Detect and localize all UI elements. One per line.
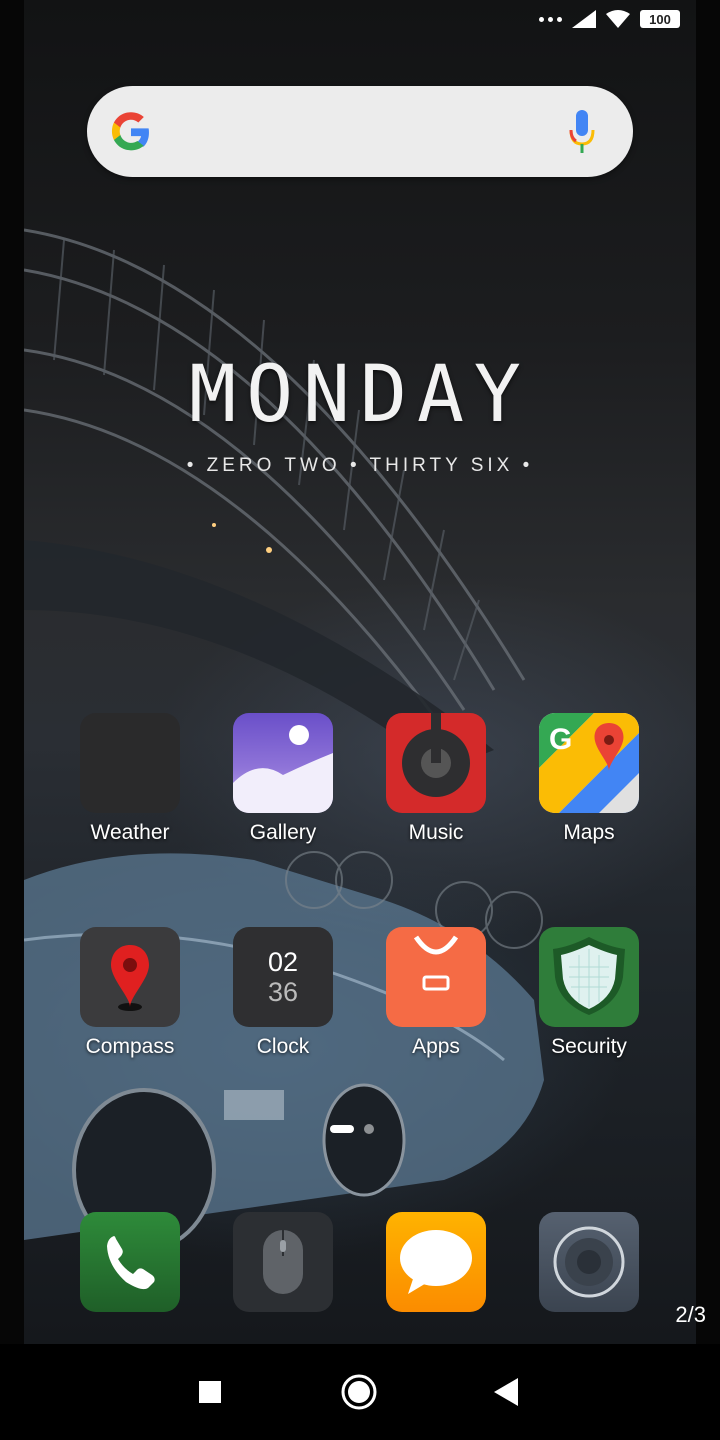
security-shield-icon	[539, 927, 639, 1027]
app-weather[interactable]: Weather	[65, 713, 195, 845]
clock-widget-day[interactable]: MONDAY	[0, 350, 720, 440]
app-label: Music	[408, 821, 464, 844]
microphone-icon[interactable]	[567, 108, 597, 156]
back-triangle-icon[interactable]	[494, 1378, 518, 1406]
wifi-icon	[606, 10, 630, 28]
signal-icon	[572, 10, 596, 28]
app-music[interactable]: Music	[371, 713, 501, 845]
more-dots-icon	[539, 16, 562, 22]
dock-mouse[interactable]	[233, 1212, 333, 1312]
battery-level: 100	[649, 11, 671, 27]
app-label: Apps	[412, 1035, 460, 1058]
dock-phone[interactable]	[80, 1212, 180, 1312]
clock-icon-minute: 36	[267, 977, 299, 1007]
app-gallery[interactable]: Gallery	[218, 713, 348, 845]
app-label: Maps	[563, 821, 615, 844]
google-logo-icon	[111, 112, 149, 151]
page-indicator-dots[interactable]	[330, 1124, 374, 1134]
clock-widget-time[interactable]: • ZERO TWO • THIRTY SIX •	[0, 455, 720, 477]
home-screen	[24, 0, 696, 1344]
app-label: Security	[551, 1035, 627, 1058]
navigation-bar	[0, 1344, 720, 1440]
page-count-label: 2/3	[675, 1302, 706, 1327]
mouse-icon	[263, 1230, 303, 1294]
battery-icon: 100	[640, 10, 680, 28]
page-dot-active[interactable]	[330, 1125, 354, 1133]
app-clock[interactable]: 02 36 Clock	[218, 927, 348, 1059]
camera-icon	[553, 1226, 625, 1298]
mi-apps-icon	[386, 927, 486, 1027]
messages-icon	[400, 1230, 472, 1294]
recents-square-icon[interactable]	[199, 1381, 221, 1403]
app-security[interactable]: Security	[524, 927, 654, 1059]
app-maps[interactable]: G Maps	[524, 713, 654, 845]
clock-icon: 02 36	[233, 927, 333, 1027]
app-label: Clock	[256, 1035, 310, 1058]
home-circle-icon[interactable]	[341, 1374, 377, 1410]
dock-camera[interactable]	[539, 1212, 639, 1312]
dock-messages[interactable]	[386, 1212, 486, 1312]
app-label: Gallery	[249, 821, 317, 844]
google-search-bar[interactable]	[87, 86, 633, 177]
weather-icon	[80, 713, 180, 813]
page-dot[interactable]	[364, 1124, 374, 1134]
app-apps[interactable]: Apps	[371, 927, 501, 1059]
compass-icon	[80, 927, 180, 1027]
wallpaper-bridge	[24, 228, 526, 770]
right-edge	[696, 0, 720, 1344]
status-bar: 100	[539, 10, 680, 28]
app-label: Weather	[90, 821, 170, 844]
clock-icon-hour: 02	[267, 947, 299, 977]
gallery-icon	[233, 713, 333, 813]
phone-icon	[107, 1236, 155, 1290]
svg-text:G: G	[549, 723, 572, 756]
app-label: Compass	[85, 1035, 175, 1058]
app-compass[interactable]: Compass	[65, 927, 195, 1059]
music-icon	[386, 713, 486, 813]
maps-icon: G	[539, 713, 639, 813]
left-edge	[0, 0, 24, 1344]
